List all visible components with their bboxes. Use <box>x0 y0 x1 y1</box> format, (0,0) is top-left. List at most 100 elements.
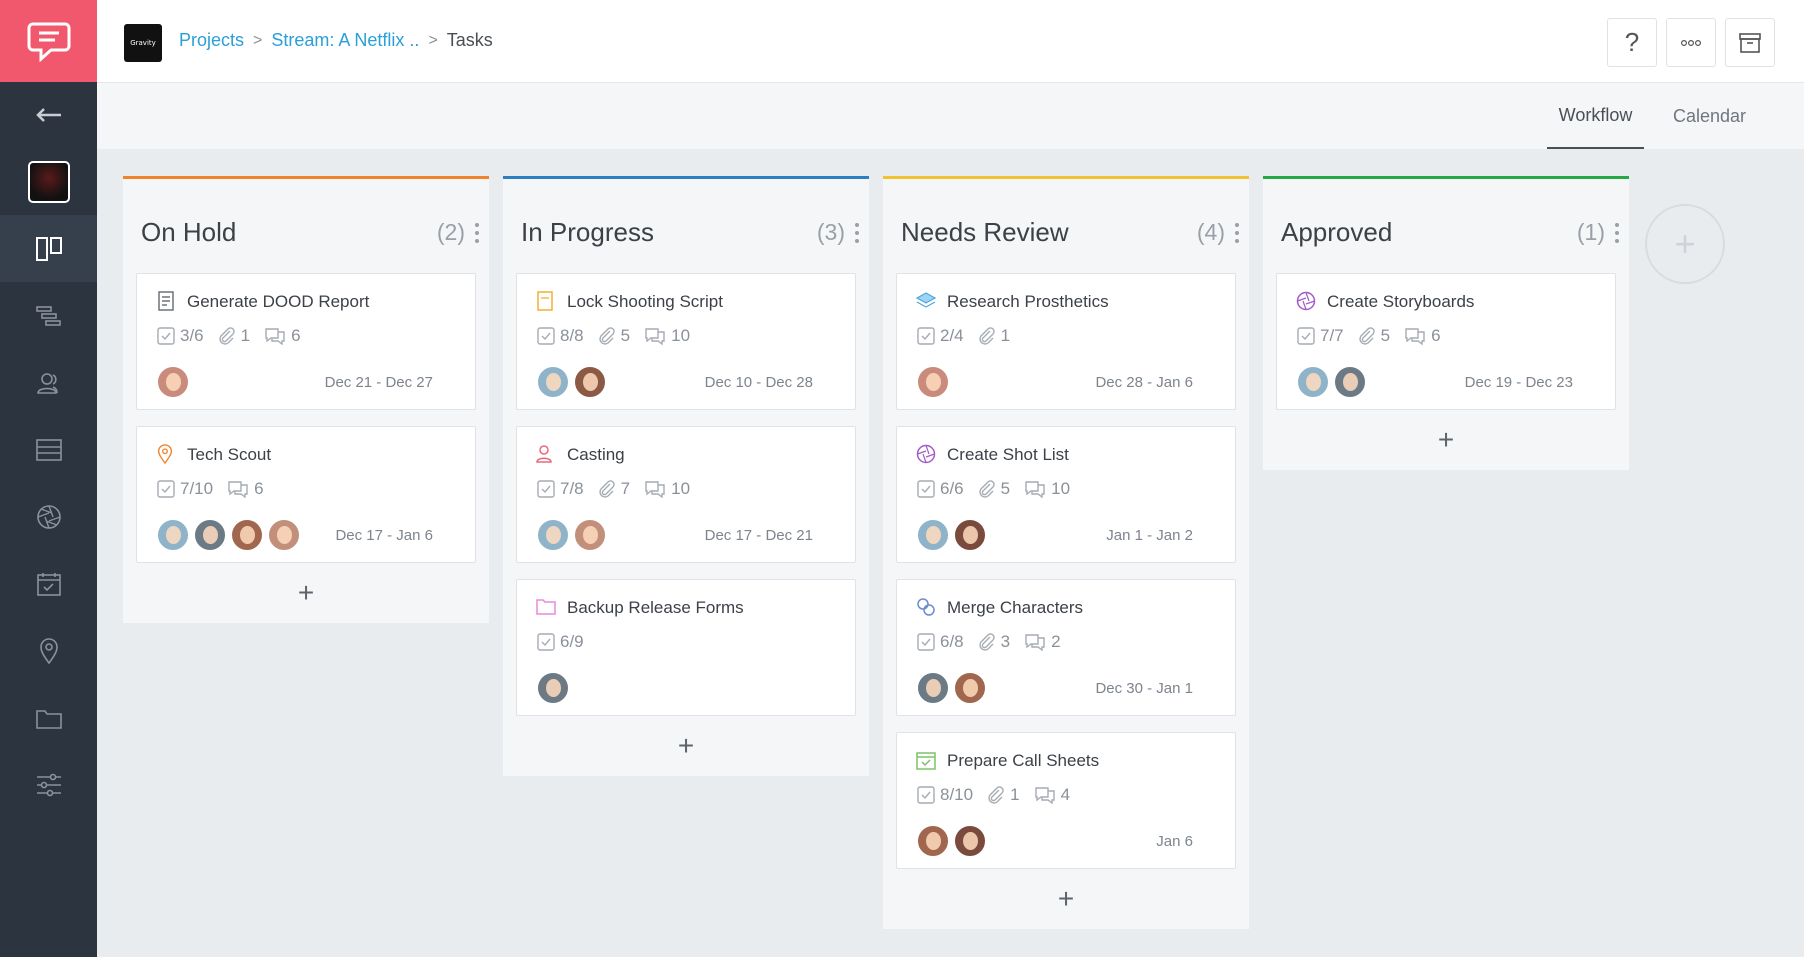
more-options-button[interactable] <box>1666 18 1716 67</box>
task-card[interactable]: Create Shot List 6/6 5 10 Jan 1 - Jan 2 <box>896 426 1236 563</box>
help-icon: ? <box>1624 27 1640 57</box>
comments-count: 10 <box>644 479 690 499</box>
checklist-value: 6/9 <box>560 632 584 651</box>
sidebar-item-calendar[interactable] <box>0 550 97 617</box>
task-meta: 6/9 <box>537 632 598 652</box>
attachments-value: 5 <box>1380 326 1391 345</box>
task-date-range: Dec 21 - Dec 27 <box>324 374 433 391</box>
tab-workflow[interactable]: Workflow <box>1547 83 1644 149</box>
task-card[interactable]: Backup Release Forms 6/9 <box>516 579 856 716</box>
column-menu-icon[interactable] <box>1235 223 1239 243</box>
tab-calendar[interactable]: Calendar <box>1657 83 1762 149</box>
task-date-range: Jan 1 - Jan 2 <box>1106 527 1193 544</box>
location-pin-icon <box>39 637 58 664</box>
folder-icon <box>35 709 62 729</box>
avatar[interactable] <box>953 824 987 858</box>
column-menu-icon[interactable] <box>855 223 859 243</box>
avatar[interactable] <box>953 518 987 552</box>
sidebar-item-locations[interactable] <box>0 617 97 684</box>
paperclip-icon <box>988 786 1004 804</box>
comments-value: 4 <box>1060 785 1071 804</box>
avatar[interactable] <box>536 365 570 399</box>
avatar[interactable] <box>536 671 570 705</box>
task-meta: 6/6 5 10 <box>917 479 1084 499</box>
sidebar-item-settings[interactable] <box>0 751 97 818</box>
breadcrumb-project[interactable]: Stream: A Netflix .. <box>271 30 419 51</box>
script-icon <box>536 291 556 311</box>
archive-button[interactable] <box>1725 18 1775 67</box>
help-button[interactable]: ? <box>1607 18 1657 67</box>
comments-count: 2 <box>1024 632 1061 652</box>
column-menu-icon[interactable] <box>475 223 479 243</box>
task-title: Generate DOOD Report <box>187 292 370 311</box>
app-logo[interactable] <box>0 0 97 82</box>
column-on-hold: On Hold (2) Generate DOOD Report 3/6 1 6 Dec 2… <box>123 176 489 623</box>
task-title: Research Prosthetics <box>947 292 1109 311</box>
task-card[interactable]: Lock Shooting Script 8/8 5 10 Dec 10 - Dec 2… <box>516 273 856 410</box>
task-card[interactable]: Create Storyboards 7/7 5 6 Dec 19 - Dec 23 <box>1276 273 1616 410</box>
project-thumbnail[interactable] <box>0 148 97 215</box>
task-card[interactable]: Merge Characters 6/8 3 2 Dec 30 - Jan 1 <box>896 579 1236 716</box>
sidebar-item-shots[interactable] <box>0 483 97 550</box>
assignees <box>536 671 573 705</box>
avatar[interactable] <box>1333 365 1367 399</box>
avatar[interactable] <box>230 518 264 552</box>
paperclip-icon <box>1358 327 1375 345</box>
column-needs-review: Needs Review (4) Research Prosthetics 2/4 1 D… <box>883 176 1249 929</box>
assignees <box>916 518 990 552</box>
add-task-button[interactable]: + <box>1263 426 1629 470</box>
avatar[interactable] <box>916 671 950 705</box>
aperture-icon <box>1296 291 1316 311</box>
avatar[interactable] <box>916 518 950 552</box>
task-date-range: Dec 17 - Jan 6 <box>335 527 433 544</box>
task-card[interactable]: Casting 7/8 7 10 Dec 17 - Dec 21 <box>516 426 856 563</box>
sidebar-item-team[interactable] <box>0 349 97 416</box>
avatar[interactable] <box>1296 365 1330 399</box>
comments-value: 10 <box>1051 479 1071 498</box>
back-button[interactable] <box>0 82 97 148</box>
column-in-progress: In Progress (3) Lock Shooting Script 8/8 5 10… <box>503 176 869 776</box>
attachments-count: 1 <box>987 785 1020 805</box>
task-date-range: Jan 6 <box>1156 833 1193 850</box>
add-column-button[interactable]: + <box>1645 204 1725 284</box>
sidebar-item-board[interactable] <box>0 215 97 282</box>
merge-icon <box>916 597 936 617</box>
avatar[interactable] <box>916 824 950 858</box>
avatar[interactable] <box>573 365 607 399</box>
task-card[interactable]: Research Prosthetics 2/4 1 Dec 28 - Jan 6 <box>896 273 1236 410</box>
sidebar-item-list[interactable] <box>0 416 97 483</box>
avatar[interactable] <box>267 518 301 552</box>
attachments-value: 7 <box>620 479 631 498</box>
aperture-icon <box>36 504 61 529</box>
column-menu-icon[interactable] <box>1615 223 1619 243</box>
checklist-icon <box>917 327 935 345</box>
column-title: Approved <box>1281 217 1393 247</box>
task-title: Tech Scout <box>187 445 272 464</box>
avatar[interactable] <box>536 518 570 552</box>
column-header: Approved (1) <box>1263 179 1629 273</box>
avatar[interactable] <box>916 365 950 399</box>
avatar[interactable] <box>156 518 190 552</box>
sidebar-item-files[interactable] <box>0 684 97 751</box>
avatar[interactable] <box>156 365 190 399</box>
add-task-button[interactable]: + <box>883 885 1249 929</box>
avatar[interactable] <box>953 671 987 705</box>
task-card[interactable]: Tech Scout 7/10 6 Dec 17 - Jan 6 <box>136 426 476 563</box>
column-header: On Hold (2) <box>123 179 489 273</box>
task-card[interactable]: Generate DOOD Report 3/6 1 6 Dec 21 - Dec 27 <box>136 273 476 410</box>
checklist-count: 6/6 <box>917 479 964 499</box>
breadcrumb-projects[interactable]: Projects <box>179 30 244 51</box>
paperclip-icon <box>598 480 615 498</box>
sidebar-item-timeline[interactable] <box>0 282 97 349</box>
add-task-button[interactable]: + <box>123 579 489 623</box>
add-task-button[interactable]: + <box>503 732 869 776</box>
avatar[interactable] <box>573 518 607 552</box>
view-tabs: Workflow Calendar <box>97 83 1804 149</box>
comments-icon <box>1025 481 1045 498</box>
task-card[interactable]: Prepare Call Sheets 8/10 1 4 Jan 6 <box>896 732 1236 869</box>
checklist-count: 2/4 <box>917 326 964 346</box>
company-logo[interactable]: Gravity <box>124 24 162 62</box>
checklist-icon <box>1297 327 1315 345</box>
avatar[interactable] <box>193 518 227 552</box>
calendar-check-icon <box>916 750 936 770</box>
